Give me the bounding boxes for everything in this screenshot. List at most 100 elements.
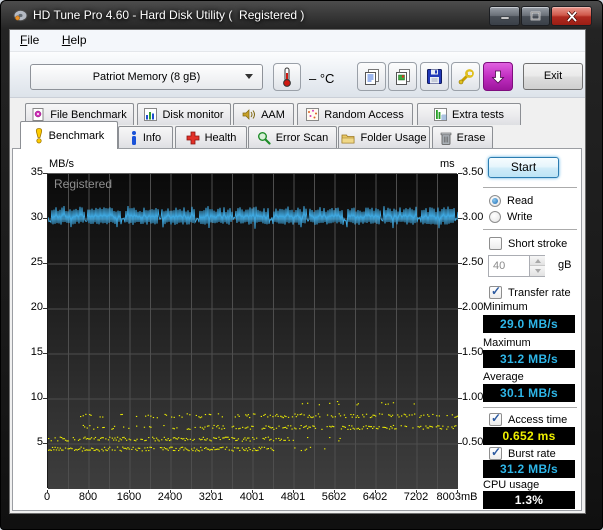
tab-label: Error Scan <box>276 132 329 144</box>
left-axis-unit: MB/s <box>49 158 74 170</box>
minimize-button[interactable] <box>489 6 520 26</box>
arrow-up-icon <box>535 259 541 263</box>
tab-label: Folder Usage <box>360 132 426 144</box>
tab-random-access[interactable]: Random Access <box>297 103 413 125</box>
options-button[interactable] <box>451 62 480 91</box>
window-title: HD Tune Pro 4.60 - Hard Disk Utility ( R… <box>33 8 304 22</box>
access-time-checkbox[interactable] <box>489 413 502 426</box>
close-button[interactable] <box>551 6 592 26</box>
tab-benchmark[interactable]: Benchmark <box>20 121 118 149</box>
x-axis-tick <box>88 490 89 493</box>
read-label[interactable]: Read <box>507 195 533 207</box>
left-axis-tick-label: 15 <box>15 346 43 358</box>
down-arrow-icon <box>490 69 506 85</box>
left-axis-tick-label: 5 <box>15 436 43 448</box>
menu-help[interactable]: Help <box>54 30 95 50</box>
menu-file[interactable]: File <box>12 30 47 50</box>
tab-info[interactable]: Info <box>118 126 173 148</box>
right-axis-unit: ms <box>440 158 455 170</box>
trash-icon <box>440 131 452 145</box>
short-stroke-checkbox[interactable] <box>489 237 502 250</box>
benchmark-icon <box>34 128 44 144</box>
capacity-spinner[interactable]: 40 <box>488 255 545 277</box>
right-axis-tick-label: 2.00 <box>462 301 483 313</box>
right-axis-tick <box>458 398 462 399</box>
exit-button[interactable]: Exit <box>523 63 583 90</box>
tab-label: Random Access <box>324 109 403 121</box>
x-axis-tick <box>334 490 335 493</box>
average-value: 30.1 MB/s <box>483 384 575 402</box>
tab-label: Info <box>143 132 161 144</box>
transfer-rate-checkbox[interactable] <box>489 286 502 299</box>
capacity-value: 40 <box>493 260 505 272</box>
right-axis-tick <box>458 173 462 174</box>
capture-button[interactable] <box>483 62 513 91</box>
tab-folder-usage[interactable]: Folder Usage <box>338 126 430 148</box>
tab-aam[interactable]: AAM <box>233 103 294 125</box>
write-radio[interactable] <box>489 211 501 223</box>
minimize-icon <box>500 12 510 20</box>
x-axis-tick <box>293 490 294 493</box>
wrench-icon <box>457 68 475 86</box>
tab-label: Benchmark <box>49 130 105 142</box>
x-axis-tick <box>375 490 376 493</box>
tab-extra-tests[interactable]: Extra tests <box>417 103 521 125</box>
right-axis-tick-label: 0.50 <box>462 436 483 448</box>
copy-text-button[interactable] <box>357 62 386 91</box>
tab-label: AAM <box>261 109 285 121</box>
left-axis-tick <box>43 218 47 219</box>
benchmark-chart <box>48 174 458 489</box>
random-access-icon <box>306 108 319 121</box>
hd-tune-window: HD Tune Pro 4.60 - Hard Disk Utility ( R… <box>0 0 603 530</box>
left-axis-tick-label: 10 <box>15 391 43 403</box>
right-axis-tick-label: 1.00 <box>462 391 483 403</box>
right-axis-tick-label: 3.00 <box>462 211 483 223</box>
maximum-value: 31.2 MB/s <box>483 350 575 368</box>
start-button[interactable]: Start <box>488 157 559 178</box>
transfer-rate-label[interactable]: Transfer rate <box>508 287 571 299</box>
cpu-usage-label: CPU usage <box>483 479 539 491</box>
right-axis-tick <box>458 353 462 354</box>
access-time-label[interactable]: Access time <box>508 414 567 426</box>
short-stroke-label[interactable]: Short stroke <box>508 238 567 250</box>
spin-down-button[interactable] <box>530 266 545 276</box>
save-button[interactable] <box>420 62 449 91</box>
right-axis-tick <box>458 263 462 264</box>
registered-watermark: Registered <box>54 177 112 191</box>
tab-disk-monitor[interactable]: Disk monitor <box>137 103 231 125</box>
benchmark-page: MB/s ms Registered Start Read Write Shor… <box>12 148 582 511</box>
health-cross-icon <box>186 131 200 145</box>
right-axis-tick-label: 3.50 <box>462 166 483 178</box>
titlebar[interactable]: HD Tune Pro 4.60 - Hard Disk Utility ( R… <box>0 0 603 30</box>
temperature-button[interactable] <box>273 63 301 91</box>
right-axis-tick-label: 2.50 <box>462 256 483 268</box>
x-axis-tick <box>129 490 130 493</box>
spin-up-button[interactable] <box>530 256 545 266</box>
maximize-button[interactable] <box>521 6 550 26</box>
x-axis-tick <box>416 490 417 493</box>
right-axis-tick-label: 1.50 <box>462 346 483 358</box>
left-axis-tick-label: 30 <box>15 211 43 223</box>
magnifier-icon <box>257 131 271 145</box>
right-axis-tick <box>458 443 462 444</box>
benchmark-plot: Registered <box>47 173 457 488</box>
device-select[interactable]: Patriot Memory (8 gB) <box>30 64 263 90</box>
minimum-value: 29.0 MB/s <box>483 315 575 333</box>
folder-icon <box>341 132 355 144</box>
tab-erase[interactable]: Erase <box>432 126 493 148</box>
write-label[interactable]: Write <box>507 211 532 223</box>
burst-rate-label[interactable]: Burst rate <box>508 448 556 460</box>
tab-error-scan[interactable]: Error Scan <box>248 126 337 148</box>
left-axis-tick <box>43 308 47 309</box>
burst-rate-checkbox[interactable] <box>489 447 502 460</box>
spinner-buttons <box>529 256 544 276</box>
thermometer-icon <box>281 67 293 87</box>
copy-image-button[interactable] <box>388 62 417 91</box>
tab-label: File Benchmark <box>50 109 126 121</box>
divider <box>483 407 577 409</box>
left-axis-tick-label: 35 <box>15 166 43 178</box>
speaker-icon <box>242 108 256 121</box>
copy-documents-icon <box>363 68 381 86</box>
read-radio[interactable] <box>489 195 501 207</box>
tab-health[interactable]: Health <box>175 126 247 148</box>
